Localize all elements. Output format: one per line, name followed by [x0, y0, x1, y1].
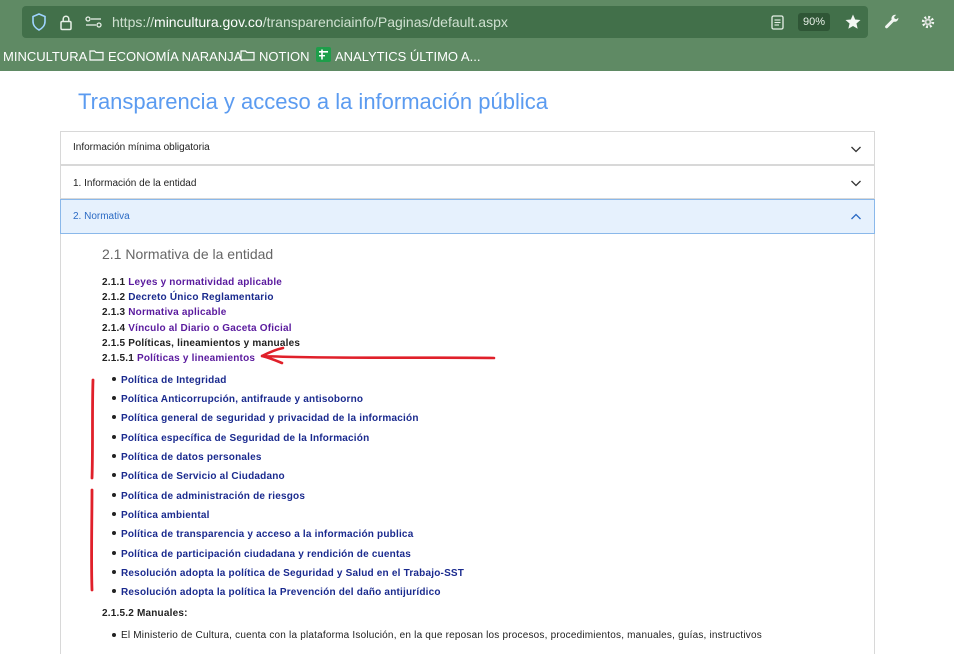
bullet-icon [112, 633, 116, 637]
policy-item: Política de datos personales [112, 452, 262, 463]
policy-link[interactable]: Política de Servicio al Ciudadano [121, 471, 285, 482]
bullet-icon [112, 396, 116, 400]
bullet-icon [112, 512, 116, 516]
link-leyes-normatividad[interactable]: Leyes y normatividad aplicable [128, 277, 282, 288]
link-decreto-unico[interactable]: Decreto Único Reglamentario [128, 292, 273, 303]
policy-item: Resolución adopta la política la Prevenc… [112, 587, 441, 598]
item-text: Políticas, lineamientos y manuales [128, 338, 300, 349]
bullet-icon [112, 473, 116, 477]
gear-icon[interactable] [916, 6, 940, 38]
url-host: mincultura.gov.co [154, 14, 263, 30]
bullet-icon [112, 531, 116, 535]
policy-item: Política de Integridad [112, 375, 227, 386]
site-permissions-icon[interactable] [84, 6, 102, 38]
analytics-icon [316, 47, 335, 65]
chevron-down-icon [850, 142, 862, 160]
list-item: 2.1.5 Políticas, lineamientos y manuales [102, 338, 300, 349]
list-item: 2.1.2 Decreto Único Reglamentario [102, 292, 274, 303]
bullet-icon [112, 589, 116, 593]
list-item: 2.1.3 Normativa aplicable [102, 307, 227, 318]
policy-link[interactable]: Política ambiental [121, 510, 210, 521]
lock-icon[interactable] [58, 6, 74, 38]
policy-item: Política específica de Seguridad de la I… [112, 433, 369, 444]
bullet-icon [112, 377, 116, 381]
policy-item: Política de transparencia y acceso a la … [112, 529, 413, 540]
policy-item: Política Anticorrupción, antifraude y an… [112, 394, 363, 405]
accordion-label: Información mínima obligatoria [73, 142, 210, 153]
bookmark-label: NOTION [259, 49, 310, 64]
url-path: /transparenciainfo/Paginas/default.aspx [263, 14, 508, 30]
policy-link[interactable]: Política de Integridad [121, 375, 227, 386]
link-politicas-lineamientos[interactable]: Políticas y lineamientos [137, 353, 255, 364]
list-item: 2.1.1 Leyes y normatividad aplicable [102, 277, 282, 288]
list-item: 2.1.5.1 Políticas y lineamientos [102, 353, 255, 364]
chevron-up-icon [850, 210, 862, 228]
list-item: 2.1.4 Vínculo al Diario o Gaceta Oficial [102, 323, 292, 334]
policy-item: Política general de seguridad y privacid… [112, 413, 419, 424]
manuals-heading: 2.1.5.2 Manuales: [102, 608, 188, 619]
policy-item: Política de administración de riesgos [112, 491, 305, 502]
bullet-icon [112, 435, 116, 439]
item-number: 2.1.5.1 [102, 353, 134, 364]
accordion-label: 1. Información de la entidad [73, 178, 196, 189]
link-normativa-aplicable[interactable]: Normativa aplicable [128, 307, 226, 318]
policy-link[interactable]: Política de administración de riesgos [121, 491, 305, 502]
folder-icon [89, 49, 108, 64]
shield-icon[interactable] [30, 6, 48, 38]
item-number: 2.1.5 [102, 338, 125, 349]
folder-icon [240, 49, 259, 64]
policy-link[interactable]: Política de transparencia y acceso a la … [121, 529, 413, 540]
bookmarks-bar: MINCULTURA ECONOMÍA NARANJA NOTION ANALY… [0, 44, 954, 68]
bookmark-label: MINCULTURA [3, 49, 87, 64]
bullet-icon [112, 415, 116, 419]
wrench-icon[interactable] [880, 6, 904, 38]
policy-item: Política ambiental [112, 510, 210, 521]
manuals-text: El Ministerio de Cultura, cuenta con la … [121, 630, 762, 641]
reader-view-icon[interactable] [768, 6, 786, 38]
bookmark-mincultura[interactable]: MINCULTURA [3, 44, 87, 68]
url-text[interactable]: https://mincultura.gov.co/transparenciai… [112, 14, 508, 30]
policy-link[interactable]: Resolución adopta la política la Prevenc… [121, 587, 441, 598]
accordion-informacion-entidad[interactable]: 1. Información de la entidad [60, 165, 875, 199]
bookmark-label: ANALYTICS ÚLTIMO A... [335, 49, 480, 64]
bullet-icon [112, 493, 116, 497]
address-bar[interactable]: https://mincultura.gov.co/transparenciai… [22, 6, 868, 38]
policy-link[interactable]: Política general de seguridad y privacid… [121, 413, 419, 424]
item-number: 2.1.1 [102, 277, 125, 288]
item-number: 2.1.3 [102, 307, 125, 318]
policy-item: Resolución adopta la política de Segurid… [112, 568, 464, 579]
item-number: 2.1.2 [102, 292, 125, 303]
bullet-icon [112, 551, 116, 555]
policy-link[interactable]: Política Anticorrupción, antifraude y an… [121, 394, 363, 405]
accordion-normativa[interactable]: 2. Normativa [60, 199, 875, 234]
bookmark-analytics[interactable]: ANALYTICS ÚLTIMO A... [316, 44, 480, 68]
bookmark-economia-naranja[interactable]: ECONOMÍA NARANJA [89, 44, 242, 68]
browser-chrome: https://mincultura.gov.co/transparenciai… [0, 0, 954, 71]
bullet-icon [112, 454, 116, 458]
manuals-item: El Ministerio de Cultura, cuenta con la … [112, 630, 762, 641]
accordion-info-minima[interactable]: Información mínima obligatoria [60, 131, 875, 165]
url-prefix: https:// [112, 14, 154, 30]
policy-link[interactable]: Política específica de Seguridad de la I… [121, 433, 369, 444]
policy-link[interactable]: Política de participación ciudadana y re… [121, 549, 411, 560]
item-number: 2.1.4 [102, 323, 125, 334]
accordion-label: 2. Normativa [73, 211, 130, 222]
bookmark-notion[interactable]: NOTION [240, 44, 310, 68]
zoom-level-badge[interactable]: 90% [798, 13, 830, 31]
policy-link[interactable]: Resolución adopta la política de Segurid… [121, 568, 464, 579]
policy-item: Política de Servicio al Ciudadano [112, 471, 285, 482]
page-title: Transparencia y acceso a la información … [78, 89, 548, 115]
chevron-down-icon [850, 176, 862, 194]
policy-link[interactable]: Política de datos personales [121, 452, 262, 463]
bookmark-star-icon[interactable] [840, 6, 866, 38]
section-heading: 2.1 Normativa de la entidad [102, 246, 273, 262]
bookmark-label: ECONOMÍA NARANJA [108, 49, 242, 64]
link-diario-gaceta[interactable]: Vínculo al Diario o Gaceta Oficial [128, 323, 292, 334]
policy-item: Política de participación ciudadana y re… [112, 549, 411, 560]
bullet-icon [112, 570, 116, 574]
